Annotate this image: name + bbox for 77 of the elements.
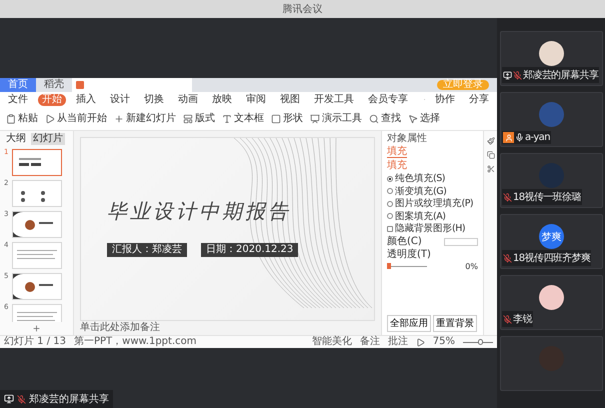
zoom-level: 75% bbox=[432, 337, 455, 347]
participant-name: 李锐 bbox=[513, 312, 532, 326]
ribbon-button[interactable]: 新建幻灯片 bbox=[126, 114, 176, 124]
menu-action[interactable]: 分享 bbox=[465, 94, 493, 106]
ribbon-button[interactable]: 形状 bbox=[283, 114, 303, 124]
square-icon[interactable] bbox=[271, 114, 281, 124]
slide-thumbnail[interactable] bbox=[12, 149, 62, 176]
participant-tile[interactable]: 18视传一班徐璐 bbox=[500, 153, 603, 208]
beautify-button[interactable]: 智能美化 bbox=[312, 337, 352, 347]
menu-tab[interactable]: 放映 bbox=[208, 94, 236, 106]
presentation-icon[interactable] bbox=[310, 114, 320, 124]
section-heading: 填充 bbox=[387, 161, 408, 171]
participant-tile[interactable] bbox=[500, 336, 603, 391]
menu-tab[interactable]: 视图 bbox=[276, 94, 304, 106]
participant-tile[interactable]: 郑凌芸的屏幕共享 bbox=[500, 31, 603, 86]
slide-counter: 幻灯片 1 / 13 bbox=[4, 337, 66, 347]
menu-tab[interactable]: 会员专享 bbox=[364, 94, 412, 106]
menu-tab[interactable]: 文件 bbox=[4, 94, 32, 106]
participant-tile[interactable]: a-yan bbox=[500, 92, 603, 147]
play-icon[interactable] bbox=[45, 114, 55, 124]
participant-name: 郑凌芸的屏幕共享 bbox=[523, 68, 598, 82]
reporter-label: 汇报人：郑凌芸 bbox=[107, 243, 187, 257]
menu-action[interactable]: 协作 bbox=[431, 94, 459, 106]
ribbon-button[interactable]: 查找 bbox=[381, 114, 401, 124]
ribbon-button[interactable]: 选择 bbox=[420, 114, 440, 124]
field-label: 颜色(C) bbox=[387, 236, 422, 246]
transparency-reading: 0% bbox=[465, 262, 478, 270]
menu-tab[interactable]: 切换 bbox=[140, 94, 168, 106]
participant-name: 18视传四班齐梦爽 bbox=[513, 252, 590, 265]
layout-icon[interactable] bbox=[183, 114, 193, 124]
brush-icon[interactable] bbox=[486, 137, 494, 145]
add-slide-icon[interactable] bbox=[32, 324, 41, 333]
ribbon-button[interactable]: 粘贴 bbox=[18, 114, 38, 124]
document-tab[interactable] bbox=[72, 78, 192, 92]
checkbox-option[interactable]: 隐藏背景图形(H) bbox=[387, 224, 478, 234]
comments-button[interactable]: 批注 bbox=[388, 337, 408, 347]
notes-field[interactable]: 单击此处添加备注 bbox=[80, 321, 375, 335]
presentation-file-icon bbox=[76, 81, 84, 89]
participant-name: a-yan bbox=[525, 132, 550, 143]
scissors-icon[interactable] bbox=[486, 165, 494, 173]
ribbon-button[interactable]: 演示工具 bbox=[322, 114, 362, 124]
menu-tab[interactable]: 开发工具 bbox=[310, 94, 358, 106]
color-dropdown[interactable] bbox=[444, 238, 478, 246]
menu-tab[interactable]: 插入 bbox=[72, 94, 100, 106]
share-label-text: 郑凌芸的屏幕共享 bbox=[29, 392, 109, 406]
radio-option[interactable]: 图案填充(A) bbox=[387, 212, 478, 221]
panel-tab[interactable]: 幻灯片 bbox=[31, 133, 65, 145]
text-icon[interactable] bbox=[222, 114, 232, 124]
copy-icon[interactable] bbox=[486, 151, 494, 159]
date-label: 日期：2020.12.23 bbox=[201, 243, 298, 257]
menu-tab[interactable]: 设计 bbox=[106, 94, 134, 106]
slide-title: 毕业设计中期报告 bbox=[107, 201, 292, 221]
theme-name: 第一PPT，www.1ppt.com bbox=[74, 337, 196, 347]
ribbon-button[interactable]: 版式 bbox=[195, 114, 215, 124]
ribbon-button[interactable]: 从当前开始 bbox=[57, 114, 107, 124]
radio-option[interactable]: 渐变填充(G) bbox=[387, 186, 478, 196]
participant-name: 18视传一班徐璐 bbox=[513, 190, 581, 204]
pointer-icon[interactable] bbox=[408, 114, 418, 124]
ribbon-button[interactable]: 文本框 bbox=[234, 114, 264, 124]
pane-button[interactable]: 全部应用 bbox=[387, 315, 431, 332]
plus-icon[interactable] bbox=[114, 114, 124, 124]
menu-tab[interactable]: 动画 bbox=[174, 94, 202, 106]
panel-tab[interactable]: 大纲 bbox=[4, 133, 28, 145]
app-tab[interactable]: 首页 bbox=[0, 78, 36, 92]
avatar-initials: 梦爽 bbox=[539, 224, 564, 249]
field-label: 透明度(T) bbox=[387, 250, 431, 260]
menu-tab[interactable]: 审阅 bbox=[242, 94, 270, 106]
participant-tile[interactable]: 梦爽 18视传四班齐梦爽 bbox=[500, 214, 603, 269]
pane-button[interactable]: 重置背景 bbox=[433, 315, 477, 332]
notes-button[interactable]: 备注 bbox=[360, 337, 380, 347]
play-icon[interactable] bbox=[416, 338, 425, 346]
pane-title: 对象属性 bbox=[387, 134, 428, 144]
radio-option[interactable]: 图片或纹理填充(P) bbox=[387, 199, 478, 208]
participant-tile[interactable]: 李锐 bbox=[500, 275, 603, 330]
clipboard-icon[interactable] bbox=[6, 114, 16, 124]
radio-option[interactable]: 纯色填充(S) bbox=[387, 174, 478, 184]
window-title: 腾讯会议 bbox=[282, 2, 322, 16]
